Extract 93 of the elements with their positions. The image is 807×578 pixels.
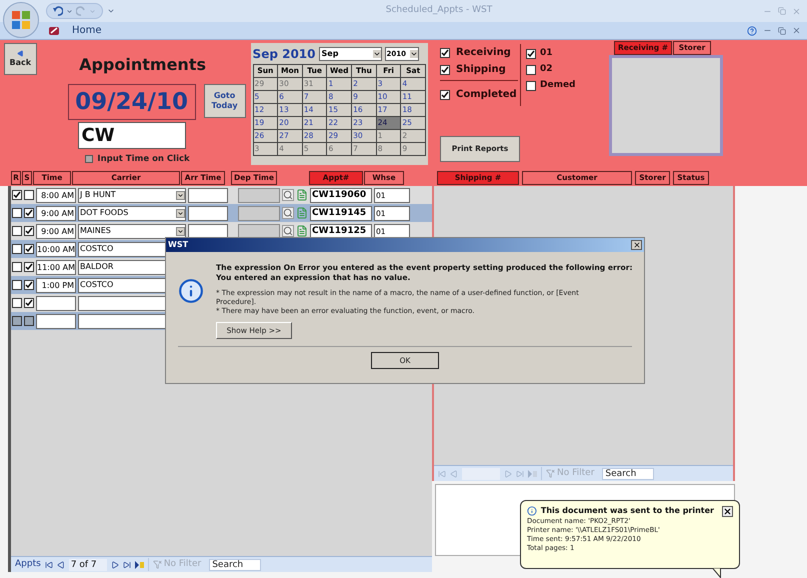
checkbox-label: Shipping [456,63,506,77]
time-field[interactable]: 10:00 AM [36,242,76,256]
departure-time-field[interactable] [238,224,280,238]
checkbox-label: 01 [540,47,553,60]
time-field[interactable] [36,314,76,328]
caret-icon[interactable] [176,208,185,218]
arrival-time-field[interactable] [188,188,228,202]
shipped-checkbox[interactable] [24,298,34,308]
search-icon[interactable] [282,225,294,237]
undo-icon[interactable] [53,6,63,16]
goto-today-button[interactable]: Goto Today [204,84,246,118]
checkbox-label: Demed [540,79,576,92]
received-checkbox[interactable] [12,190,22,200]
shipped-checkbox[interactable] [24,280,34,290]
customize-toolbar-icon[interactable] [107,7,115,15]
received-checkbox[interactable] [12,280,22,290]
filter-checkbox[interactable] [440,90,450,100]
new-record-icon[interactable] [134,560,144,568]
warehouse-checkbox[interactable] [526,65,536,75]
carrier-dropdown[interactable]: J B HUNT [78,188,186,202]
help-icon[interactable] [747,26,757,36]
received-checkbox[interactable] [12,298,22,308]
time-field[interactable]: 9:00 AM [36,224,76,238]
departure-time-field[interactable] [238,188,280,202]
caret-icon[interactable] [372,50,380,58]
dialog-title: WST [168,239,188,251]
logo [11,10,31,30]
filter-checkbox[interactable] [440,64,450,74]
search-icon[interactable] [282,207,294,219]
checkbox-label: Completed [456,88,517,102]
record-number-field[interactable] [462,468,500,480]
received-checkbox[interactable] [12,262,22,272]
time-field[interactable]: 8:00 AM [36,188,76,202]
previous-record-icon[interactable] [56,560,65,568]
caret-icon[interactable] [410,50,418,58]
checkbox-label: 02 [540,63,553,76]
caret-icon[interactable] [176,226,185,236]
caret-icon[interactable] [176,190,185,200]
shipped-checkbox[interactable] [24,226,34,236]
shipped-checkbox[interactable] [24,190,34,200]
input-time-checkbox[interactable] [85,155,94,164]
filter-checkbox[interactable] [440,48,450,58]
close-icon[interactable] [792,26,801,35]
date-display: 09/24/10 [68,84,196,120]
record-number-field[interactable]: 7 of 7 [68,558,107,570]
warehouse-checkbox[interactable] [526,49,536,59]
filter-icon [152,560,162,569]
navigation-label: Appts [15,558,41,571]
time-field[interactable]: 1:00 PM [36,278,76,292]
month-dropdown[interactable]: Sep [318,47,382,61]
received-checkbox[interactable] [12,244,22,254]
close-button[interactable] [631,240,642,250]
time-field[interactable] [36,296,76,310]
window-title: Scheduled_Appts - WST [386,4,492,18]
checkbox-label: Receiving [456,46,511,60]
info-icon [178,278,204,304]
last-record-icon[interactable] [122,560,131,568]
shipped-checkbox[interactable] [24,208,34,218]
shipped-checkbox[interactable] [24,244,34,254]
balloon-title: This document was sent to the printer [540,505,714,517]
close-button[interactable] [722,506,733,516]
close-icon [723,506,732,516]
search-field[interactable]: Search [209,558,262,570]
checkbox-label: Input Time on Click [97,153,190,166]
time-field[interactable]: 11:00 AM [36,260,76,274]
arrival-time-field[interactable] [188,206,228,220]
next-record-icon[interactable] [110,560,119,568]
ribbon-tab[interactable]: Home [72,23,102,38]
time-field[interactable]: 9:00 AM [36,206,76,220]
calendar-heading: Sep 2010 [252,46,316,63]
search-icon[interactable] [282,189,294,201]
info-icon [527,506,537,516]
received-checkbox[interactable] [12,226,22,236]
filter-icon [546,469,555,478]
carrier-dropdown[interactable]: DOT FOODS [78,206,186,220]
arrival-time-field[interactable] [188,224,228,238]
back-arrow-icon [16,50,24,56]
warehouse-checkbox[interactable] [526,81,536,91]
back-button[interactable]: Back [4,43,37,75]
first-record-icon[interactable] [44,560,53,568]
dropdown-icon[interactable] [66,8,73,14]
carrier-dropdown[interactable]: MAINES [78,224,186,238]
appointment-number-field[interactable]: CW119060 [310,188,372,202]
received-checkbox[interactable] [12,208,22,218]
search-field[interactable]: Search [602,468,654,480]
close-icon [632,241,640,249]
restore-icon[interactable] [778,26,786,34]
code-field[interactable]: CW [78,122,186,149]
departure-time-field[interactable] [238,206,280,220]
appointment-number-field[interactable]: CW119145 [310,206,372,220]
form-title: Appointments [79,54,206,76]
appointment-number-field[interactable]: CW119125 [310,224,372,238]
shipped-checkbox[interactable] [24,262,34,272]
